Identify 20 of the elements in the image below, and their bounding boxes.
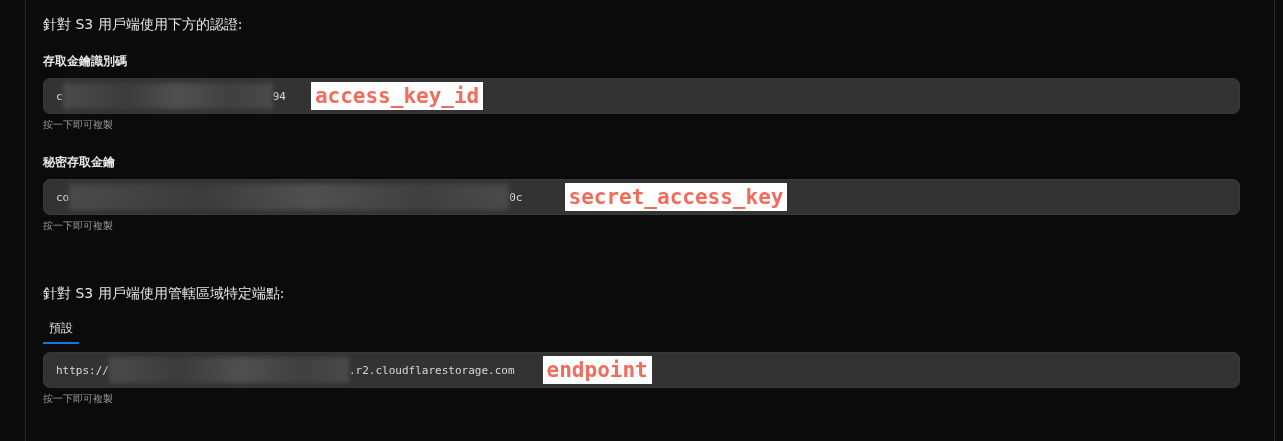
hint-text: 按一下即可複製 <box>43 219 114 233</box>
copy-field[interactable]: co 0c secret_access_key <box>43 179 1240 215</box>
tab[interactable]: 預設 <box>43 317 79 344</box>
section-heading: 針對 S3 用戶端使用下方的認證: <box>43 15 244 34</box>
hint-text: 按一下即可複製 <box>43 392 114 406</box>
field-label: 秘密存取金鑰 <box>43 154 116 171</box>
field-value-text: 94 <box>272 89 286 103</box>
copy-field[interactable]: c 94 access_key_id <box>43 78 1240 114</box>
hint-text: 按一下即可複製 <box>43 118 114 132</box>
field-value-text: c <box>56 89 63 103</box>
copy-field[interactable]: https:// .r2.cloudflarestorage.com endpoint <box>43 352 1240 388</box>
annotation-label: endpoint <box>542 356 652 384</box>
annotation-label: secret_access_key <box>564 183 788 211</box>
field-value-text: .r2.cloudflarestorage.com <box>349 363 515 377</box>
section-heading: 針對 S3 用戶端使用管轄區域特定端點: <box>43 284 286 303</box>
annotation-label: access_key_id <box>310 82 484 110</box>
field-label: 存取金鑰識別碼 <box>43 53 128 70</box>
field-value-text: co <box>56 190 70 204</box>
field-value-text: 0c <box>509 190 523 204</box>
field-value-text: https:// <box>56 363 109 377</box>
